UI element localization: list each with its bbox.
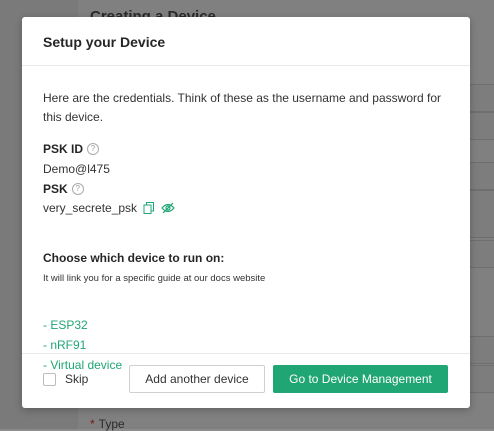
checkbox-box[interactable] — [43, 372, 56, 386]
psk-id-label: PSK ID ? — [43, 142, 100, 156]
skip-checkbox[interactable]: Skip — [43, 372, 88, 386]
question-circle-icon[interactable]: ? — [71, 183, 84, 195]
choose-device-heading: Choose which device to run on: — [43, 251, 225, 265]
credentials-intro: Here are the credentials. Think of these… — [43, 91, 441, 124]
device-link-nrf91[interactable]: - nRF91 — [43, 338, 86, 352]
go-to-device-management-button[interactable]: Go to Device Management — [273, 365, 448, 393]
psk-value-row: very_secrete_psk — [43, 201, 175, 215]
add-another-device-button[interactable]: Add another device — [129, 365, 265, 393]
copy-icon[interactable] — [143, 202, 155, 214]
skip-label: Skip — [65, 372, 89, 386]
eye-slash-icon[interactable] — [161, 202, 175, 214]
modal-title: Setup your Device — [43, 34, 166, 50]
psk-label-text: PSK — [43, 182, 68, 196]
question-circle-icon[interactable]: ? — [87, 143, 100, 155]
psk-id-label-text: PSK ID — [43, 142, 84, 156]
choose-device-hint: It will link you for a specific guide at… — [43, 273, 266, 284]
psk-value: very_secrete_psk — [43, 201, 138, 215]
psk-label: PSK ? — [43, 182, 84, 196]
psk-id-value: Demo@l475 — [43, 162, 110, 176]
device-link-esp32[interactable]: - ESP32 — [43, 318, 88, 332]
setup-device-modal: Setup your Device Here are the credentia… — [22, 17, 470, 408]
modal-footer: Skip Add another device Go to Device Man… — [22, 353, 470, 408]
modal-header: Setup your Device — [22, 17, 470, 66]
